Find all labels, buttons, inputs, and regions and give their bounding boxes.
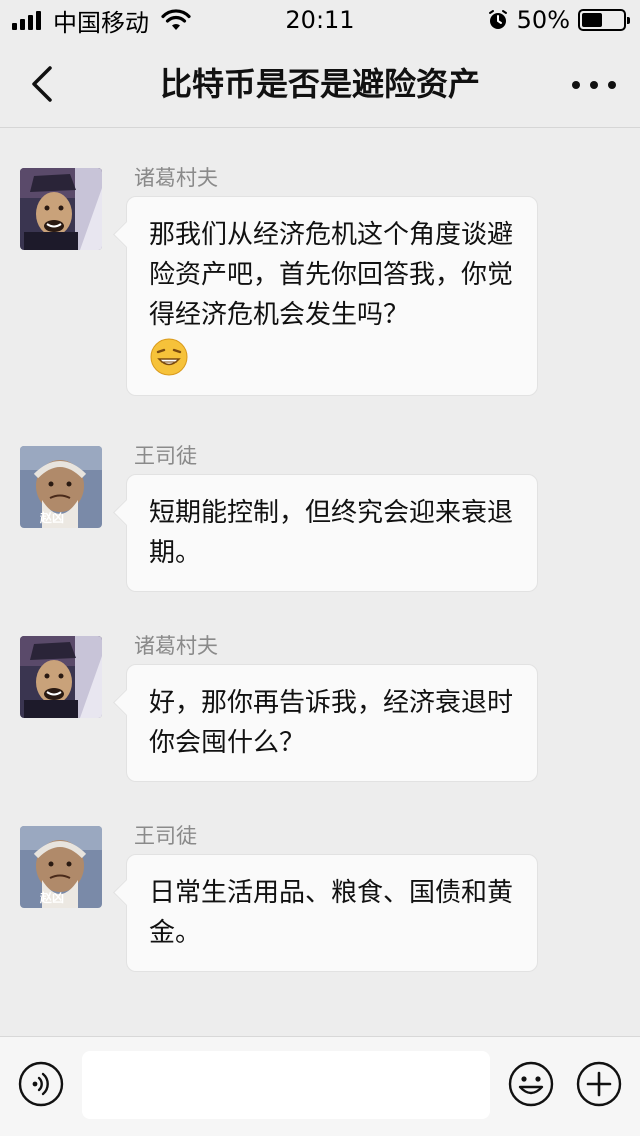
more-dots-icon[interactable] <box>572 70 616 100</box>
battery-icon <box>578 9 630 31</box>
message-bubble[interactable]: 好，那你再告诉我，经济衰退时你会囤什么？ <box>126 664 538 782</box>
avatar[interactable] <box>20 636 102 718</box>
input-bar <box>0 1036 640 1136</box>
chat-list[interactable]: 诸葛村夫 那我们从经济危机这个角度谈避险资产吧，首先你回答我，你觉得经济危机会发… <box>0 129 640 1035</box>
nav-bar: 比特币是否是避险资产 <box>0 40 640 128</box>
message-input[interactable] <box>82 1051 490 1119</box>
avatar[interactable] <box>20 168 102 250</box>
message-bubble[interactable]: 短期能控制，但终究会迎来衰退期。 <box>126 474 538 592</box>
avatar-caption: 赵凶 <box>40 511 65 525</box>
battery-percent: 50% <box>516 6 570 34</box>
sender-name: 王司徒 <box>134 444 197 468</box>
grinning-face-emoji <box>150 338 188 376</box>
alarm-icon <box>488 10 507 29</box>
message-text: 那我们从经济危机这个角度谈避险资产吧，首先你回答我，你觉得经济危机会发生吗？ <box>149 220 514 330</box>
page-title: 比特币是否是避险资产 <box>159 65 480 103</box>
avatar-zhuge-image <box>20 636 102 718</box>
message-text: 日常生活用品、粮食、国债和黄金。 <box>149 878 514 948</box>
message-text: 短期能控制，但终究会迎来衰退期。 <box>149 498 514 568</box>
avatar-caption: 赵凶 <box>40 891 65 905</box>
status-right: 50% <box>487 6 630 34</box>
sender-name: 王司徒 <box>134 824 197 848</box>
plus-icon[interactable] <box>576 1061 622 1107</box>
chevron-left-icon[interactable] <box>24 64 64 104</box>
sender-name: 诸葛村夫 <box>134 634 218 658</box>
sender-name: 诸葛村夫 <box>134 166 218 190</box>
voice-icon[interactable] <box>18 1061 64 1107</box>
avatar[interactable]: 赵凶 <box>20 826 102 908</box>
message-text: 好，那你再告诉我，经济衰退时你会囤什么？ <box>149 688 514 758</box>
battery-fill <box>582 13 602 27</box>
message-bubble[interactable]: 日常生活用品、粮食、国债和黄金。 <box>126 854 538 972</box>
status-bar: 中国移动 20:11 50% <box>0 0 640 40</box>
avatar-zhuge-image <box>20 168 102 250</box>
avatar[interactable]: 赵凶 <box>20 446 102 528</box>
emoji-icon[interactable] <box>508 1061 554 1107</box>
message-bubble[interactable]: 那我们从经济危机这个角度谈避险资产吧，首先你回答我，你觉得经济危机会发生吗？ <box>126 196 538 396</box>
